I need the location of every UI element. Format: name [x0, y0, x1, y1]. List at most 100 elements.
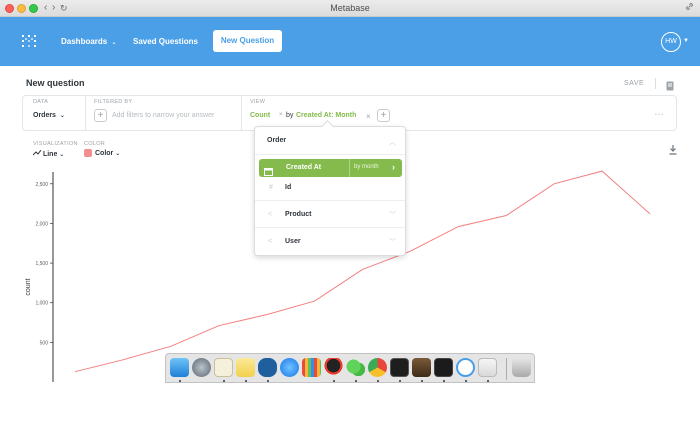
nav-dashboards[interactable]: Dashboards ⌄: [61, 37, 117, 46]
header-divider: [655, 78, 656, 89]
color-label: COLOR: [84, 141, 106, 147]
activity-monitor-icon[interactable]: [434, 358, 453, 377]
running-indicator: [333, 380, 335, 382]
divider: [255, 200, 405, 201]
granularity-selector[interactable]: by month: [354, 164, 379, 170]
link-icon[interactable]: [685, 2, 694, 14]
y-tick-label: 2,000: [35, 221, 48, 227]
app-navbar: Dashboards ⌄ Saved Questions New Questio…: [0, 17, 700, 66]
new-question-button[interactable]: New Question: [213, 30, 282, 52]
running-indicator: [267, 380, 269, 382]
visualization-value: Line: [42, 151, 58, 158]
hash-icon: #: [269, 184, 273, 191]
running-indicator: [399, 380, 401, 382]
data-source-selector[interactable]: Orders ⌄: [33, 112, 65, 119]
metric-selector[interactable]: Count: [250, 112, 270, 119]
trash-icon[interactable]: [512, 358, 531, 377]
metabase-logo-icon[interactable]: [21, 33, 37, 49]
color-value: Color: [95, 150, 114, 157]
running-indicator: [245, 380, 247, 382]
grid-app-icon[interactable]: [302, 358, 321, 377]
breakout-popover: Order ︿ Created At by month › # Id < Pro…: [254, 120, 406, 256]
view-label: VIEW: [250, 99, 266, 105]
save-button[interactable]: SAVE: [624, 80, 644, 87]
popover-title[interactable]: Order: [267, 137, 286, 144]
chevron-down-icon: ⌄: [59, 113, 65, 119]
connection-icon: <: [268, 211, 273, 218]
y-tick-label: 1,000: [35, 301, 48, 307]
filter-section: FILTERED BY + Add filters to narrow your…: [86, 96, 241, 130]
y-tick-label: 1,500: [35, 261, 48, 267]
chevron-down-icon: ⌄: [59, 152, 65, 158]
launchpad-icon[interactable]: [192, 358, 211, 377]
running-indicator: [179, 380, 181, 382]
divider: [255, 154, 405, 155]
elephant-app-icon[interactable]: [258, 358, 277, 377]
data-label: DATA: [33, 99, 49, 105]
color-swatch[interactable]: [84, 149, 92, 157]
breakout-selector[interactable]: Created At: Month: [296, 112, 356, 119]
running-indicator: [487, 380, 489, 382]
add-filter-button[interactable]: +: [94, 109, 107, 122]
user-avatar[interactable]: HW: [661, 32, 681, 52]
running-indicator: [377, 380, 379, 382]
qq-icon[interactable]: [324, 358, 343, 377]
wechat-icon[interactable]: [346, 358, 365, 377]
window-title: Metabase: [330, 3, 370, 13]
color-selector[interactable]: Color ⌄: [95, 150, 120, 157]
calendar-icon: [264, 163, 273, 181]
filter-placeholder[interactable]: Add filters to narrow your answer: [112, 112, 214, 119]
view-section: VIEW Count × by Created At: Month × + • …: [242, 96, 678, 130]
download-icon[interactable]: [669, 142, 677, 155]
chevron-right-icon[interactable]: ›: [392, 162, 395, 172]
chevron-down-icon: ⌄: [111, 40, 117, 46]
chevron-up-icon[interactable]: ︿: [389, 137, 396, 147]
chevron-down-icon[interactable]: ▼: [683, 38, 689, 44]
running-indicator: [355, 380, 357, 382]
running-indicator: [421, 380, 423, 382]
finder-icon[interactable]: [170, 358, 189, 377]
app-store-icon[interactable]: [280, 358, 299, 377]
field-id[interactable]: Id: [285, 184, 291, 191]
data-section[interactable]: DATA Orders ⌄: [23, 96, 85, 130]
running-indicator: [465, 380, 467, 382]
dock-separator: [506, 358, 507, 380]
chevron-down-icon[interactable]: ﹀: [389, 210, 396, 220]
field-created-at[interactable]: Created At by month ›: [259, 159, 402, 177]
table-user[interactable]: User: [285, 238, 301, 245]
page-bottom: [0, 383, 700, 421]
window-titlebar: ‹ › ↻ Metabase: [0, 0, 700, 17]
data-source-value: Orders: [33, 112, 56, 119]
running-indicator: [223, 380, 225, 382]
y-axis-label: count: [25, 278, 32, 295]
field-label: Created At: [286, 164, 322, 171]
stickies-icon[interactable]: [236, 358, 255, 377]
connection-icon: <: [268, 238, 273, 245]
line-chart-icon: [32, 149, 43, 158]
chevron-down-icon[interactable]: ﹀: [389, 237, 396, 247]
by-label: by: [286, 112, 294, 119]
more-options-icon[interactable]: • • •: [655, 112, 663, 118]
visualization-selector[interactable]: Line ⌄: [32, 149, 65, 158]
breakout-remove-icon[interactable]: ×: [366, 112, 371, 121]
divider: [349, 159, 350, 177]
chrome-icon[interactable]: [368, 358, 387, 377]
notes-icon[interactable]: [214, 358, 233, 377]
table-product[interactable]: Product: [285, 211, 311, 218]
metric-remove-icon[interactable]: ×: [279, 112, 283, 118]
add-breakout-button[interactable]: +: [377, 109, 390, 122]
chevron-down-icon: ⌄: [115, 151, 121, 157]
filter-label: FILTERED BY: [94, 99, 133, 105]
document-icon[interactable]: [666, 78, 674, 91]
sequel-pro-icon[interactable]: [412, 358, 431, 377]
divider: [255, 227, 405, 228]
running-indicator: [443, 380, 445, 382]
terminal-icon[interactable]: [390, 358, 409, 377]
preview-icon[interactable]: [478, 358, 497, 377]
page-title: New question: [26, 78, 85, 88]
nav-saved-questions[interactable]: Saved Questions: [133, 37, 198, 46]
nav-dashboards-label: Dashboards: [61, 37, 108, 46]
visualization-label: VISUALIZATION: [33, 141, 78, 147]
macos-dock: [165, 353, 535, 383]
metabase-app-icon[interactable]: [456, 358, 475, 377]
